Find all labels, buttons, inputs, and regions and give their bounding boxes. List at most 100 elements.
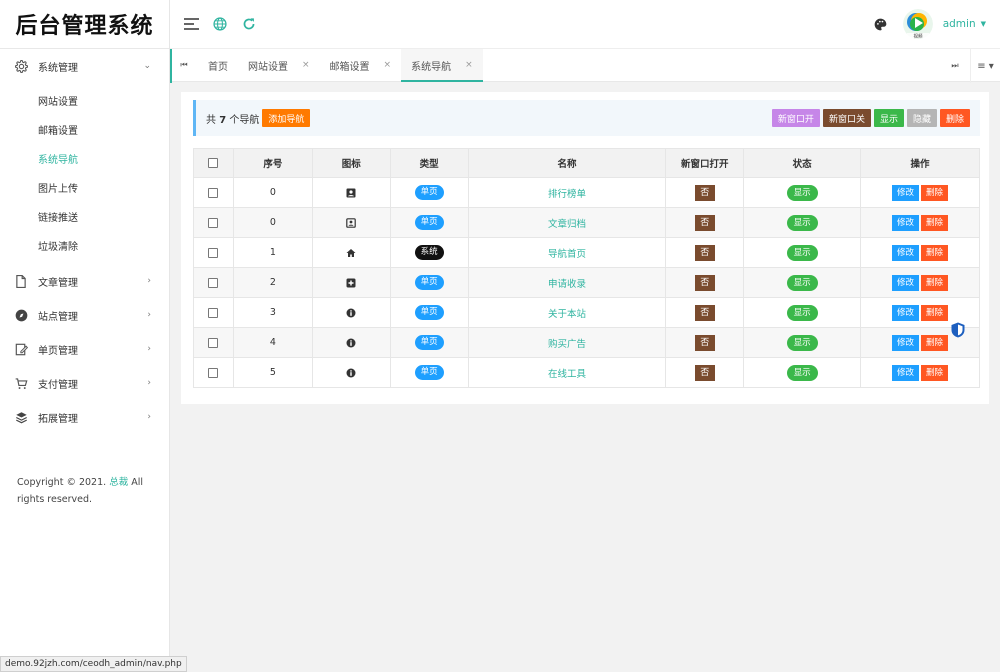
menu-toggle-icon[interactable] <box>183 16 199 32</box>
bulk-show-button[interactable]: 显示 <box>873 109 904 127</box>
info-icon <box>346 367 356 378</box>
tab-mail-settings[interactable]: 邮箱设置 × <box>320 49 402 81</box>
sidebar-item-sites[interactable]: 站点管理 › <box>0 298 169 332</box>
bulk-new-window-off-button[interactable]: 新窗口关 <box>822 109 871 127</box>
new-window-toggle[interactable]: 否 <box>694 274 715 291</box>
new-window-toggle[interactable]: 否 <box>694 184 715 201</box>
info-icon <box>346 337 356 348</box>
app-logo-title: 后台管理系统 <box>15 13 154 39</box>
nav-name-link[interactable]: 关于本站 <box>548 309 586 320</box>
tab-close-icon[interactable]: × <box>302 60 310 70</box>
row-checkbox[interactable] <box>208 217 219 228</box>
copyright: Copyright © 2021. 总裁 All rights reserved… <box>17 474 162 508</box>
sidebar-subitem-system-nav[interactable]: 系统导航 <box>0 144 169 173</box>
sidebar-item-system[interactable]: 系统管理 ⌄ <box>0 49 169 83</box>
sidebar-subitem-mail-settings[interactable]: 邮箱设置 <box>0 115 169 144</box>
edit-button[interactable]: 修改 <box>892 244 920 261</box>
tab-system-nav[interactable]: 系统导航 × <box>401 49 483 82</box>
delete-button[interactable]: 删除 <box>921 304 949 321</box>
nav-name-link[interactable]: 文章归档 <box>548 219 586 230</box>
tab-menu-icon[interactable]: ≡ ▾ <box>970 49 1000 83</box>
edit-button[interactable]: 修改 <box>892 184 920 201</box>
sidebar-subitem-image-upload[interactable]: 图片上传 <box>0 173 169 202</box>
status-toggle[interactable]: 显示 <box>786 244 818 261</box>
status-toggle[interactable]: 显示 <box>786 184 818 201</box>
tab-scroll-right-icon[interactable]: ⏭ <box>940 49 970 83</box>
caret-down-icon[interactable]: ▼ <box>981 20 986 28</box>
delete-button[interactable]: 删除 <box>921 274 949 291</box>
tab-close-icon[interactable]: × <box>384 60 392 70</box>
sidebar-item-payment[interactable]: 支付管理 › <box>0 366 169 400</box>
tab-home[interactable]: 首页 <box>198 49 238 81</box>
edit-button[interactable]: 修改 <box>892 334 920 351</box>
actions-cell: 修改 删除 <box>860 267 980 298</box>
bulk-delete-button[interactable]: 删除 <box>939 109 970 127</box>
tab-scroll-left-icon[interactable]: ⏮ <box>170 49 198 81</box>
row-checkbox[interactable] <box>208 247 219 258</box>
bulk-hide-button[interactable]: 隐藏 <box>906 109 937 127</box>
bulk-new-window-on-button[interactable]: 新窗口开 <box>771 109 820 127</box>
add-nav-button[interactable]: 添加导航 <box>262 109 311 127</box>
sidebar-item-label: 单页管理 <box>38 345 78 357</box>
portrait-icon <box>346 217 357 228</box>
table-row: 0 单页 文章归档 否 显示 修改 删除 <box>193 207 980 238</box>
nav-name-link[interactable]: 在线工具 <box>548 369 586 380</box>
sidebar-subitem-site-settings[interactable]: 网站设置 <box>0 86 169 115</box>
new-window-toggle[interactable]: 否 <box>694 304 715 321</box>
status-toggle[interactable]: 显示 <box>786 214 818 231</box>
order-cell: 2 <box>232 267 313 298</box>
new-window-toggle[interactable]: 否 <box>694 214 715 231</box>
row-checkbox[interactable] <box>208 337 219 348</box>
type-badge: 系统 <box>414 245 444 260</box>
header-right: 视频 admin ▼ <box>874 0 986 48</box>
sidebar-subitem-link-push[interactable]: 链接推送 <box>0 202 169 231</box>
sidebar-item-articles[interactable]: 文章管理 › <box>0 264 169 298</box>
row-checkbox[interactable] <box>208 307 219 318</box>
nav-name-link[interactable]: 排行榜单 <box>548 189 586 200</box>
tab-close-icon[interactable]: × <box>465 60 473 70</box>
avatar[interactable]: 视频 <box>902 9 933 39</box>
nav-name-link[interactable]: 导航首页 <box>548 249 586 260</box>
status-cell: 显示 <box>743 297 862 328</box>
row-checkbox[interactable] <box>208 187 219 198</box>
globe-icon[interactable] <box>212 16 228 32</box>
sidebar-item-pages[interactable]: 单页管理 › <box>0 332 169 366</box>
copyright-prefix: Copyright © 2021. <box>17 477 107 488</box>
top-header: 视频 admin ▼ <box>170 0 1000 48</box>
bulk-actions: 新窗口开 新窗口关 显示 隐藏 删除 <box>771 109 970 127</box>
new-window-toggle[interactable]: 否 <box>694 364 715 381</box>
delete-button[interactable]: 删除 <box>921 364 949 381</box>
status-toggle[interactable]: 显示 <box>786 334 818 351</box>
delete-button[interactable]: 删除 <box>921 334 949 351</box>
delete-button[interactable]: 删除 <box>921 244 949 261</box>
nav-name-link[interactable]: 申请收录 <box>548 279 586 290</box>
edit-button[interactable]: 修改 <box>892 364 920 381</box>
shield-icon[interactable] <box>951 322 965 338</box>
tab-label: 首页 <box>208 61 228 73</box>
tab-site-settings[interactable]: 网站设置 × <box>238 49 320 81</box>
status-toggle[interactable]: 显示 <box>786 274 818 291</box>
edit-button[interactable]: 修改 <box>892 304 920 321</box>
new-window-cell: 否 <box>665 177 745 208</box>
row-select-cell <box>193 237 234 268</box>
user-name[interactable]: admin <box>943 18 976 30</box>
status-toggle[interactable]: 显示 <box>786 304 818 321</box>
copyright-link[interactable]: 总裁 <box>109 477 128 488</box>
refresh-icon[interactable] <box>241 16 257 32</box>
select-all-checkbox[interactable] <box>208 158 219 168</box>
delete-button[interactable]: 删除 <box>921 184 949 201</box>
edit-button[interactable]: 修改 <box>892 214 920 231</box>
status-toggle[interactable]: 显示 <box>786 364 818 381</box>
sidebar-item-label: 系统管理 <box>38 62 78 74</box>
row-checkbox[interactable] <box>208 367 219 378</box>
row-checkbox[interactable] <box>208 277 219 288</box>
sidebar-subitem-trash-clean[interactable]: 垃圾清除 <box>0 231 169 260</box>
nav-name-link[interactable]: 购买广告 <box>548 339 586 350</box>
sidebar-item-extensions[interactable]: 拓展管理 › <box>0 400 169 434</box>
new-window-toggle[interactable]: 否 <box>694 244 715 261</box>
delete-button[interactable]: 删除 <box>921 214 949 231</box>
palette-icon[interactable] <box>874 18 887 31</box>
new-window-toggle[interactable]: 否 <box>694 334 715 351</box>
name-cell: 排行榜单 <box>467 177 667 208</box>
edit-button[interactable]: 修改 <box>892 274 920 291</box>
